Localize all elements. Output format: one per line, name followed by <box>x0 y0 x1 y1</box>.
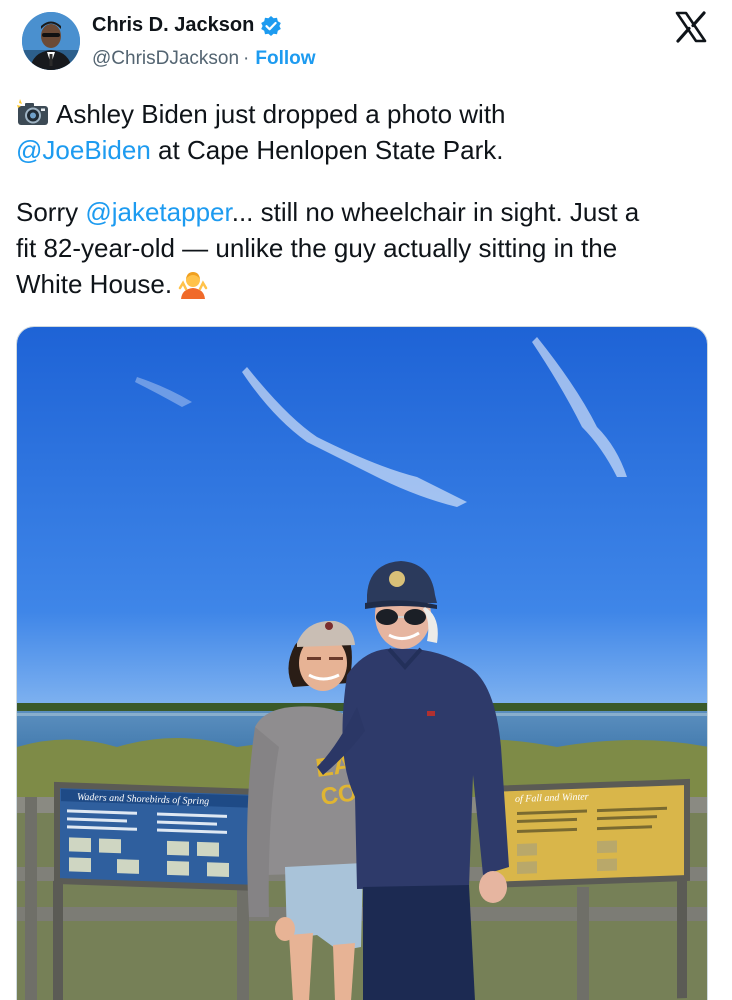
camera-flash-emoji-icon <box>16 99 50 127</box>
tweet-line-1: Ashley Biden just dropped a photo with <box>16 96 716 132</box>
x-logo-icon[interactable] <box>674 10 708 44</box>
follow-button[interactable]: Follow <box>255 48 315 70</box>
handle-row: @ChrisDJackson · Follow <box>92 48 316 70</box>
tweet-line-2-text: at Cape Henlopen State Park. <box>150 135 504 165</box>
sky <box>17 327 707 707</box>
mention-jaketapper-link[interactable]: @jaketapper <box>85 197 231 227</box>
name-row: Chris D. Jackson <box>92 14 282 37</box>
avatar[interactable] <box>22 12 80 70</box>
photo-scene: Waders and Shorebirds of Spring of Fall … <box>17 327 707 1000</box>
person-shrugging-emoji-icon <box>178 269 208 299</box>
tweet-line-5: White House. <box>16 266 716 302</box>
tweet-header: Chris D. Jackson @ChrisDJackson · Follow <box>0 0 732 90</box>
tweet-line-1-text: Ashley Biden just dropped a photo with <box>56 99 506 129</box>
tweet-line-3: Sorry @jaketapper... still no wheelchair… <box>16 194 716 230</box>
verified-badge-icon <box>260 15 282 37</box>
handle[interactable]: @ChrisDJackson <box>92 48 239 70</box>
mention-joebiden-link[interactable]: @JoeBiden <box>16 135 151 165</box>
display-name[interactable]: Chris D. Jackson <box>92 14 254 37</box>
tweet-line-4: fit 82-year-old — unlike the guy actuall… <box>16 230 716 266</box>
tweet-line-2: @JoeBiden at Cape Henlopen State Park. <box>16 132 716 168</box>
tweet-line-3-lead: Sorry <box>16 197 86 227</box>
separator-dot: · <box>243 48 250 69</box>
tweet-line-3-text: ... still no wheelchair in sight. Just a <box>231 197 640 227</box>
tweet-line-4-text: fit 82-year-old — unlike the guy actuall… <box>16 233 618 263</box>
tweet-photo[interactable]: Waders and Shorebirds of Spring of Fall … <box>16 326 708 1000</box>
tweet-line-5-text: White House. <box>16 269 173 299</box>
tweet-text: Ashley Biden just dropped a photo with @… <box>16 96 716 302</box>
